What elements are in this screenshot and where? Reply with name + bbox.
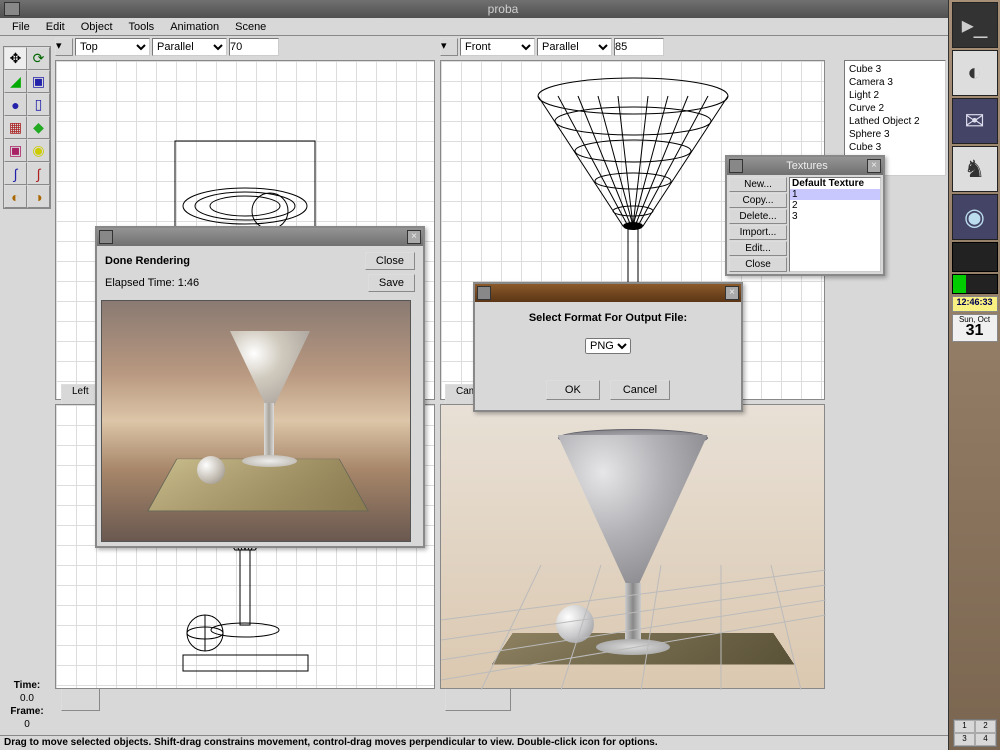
render-close-button[interactable]: Close xyxy=(365,252,415,270)
texture-list[interactable]: Default Texture 1 2 3 xyxy=(789,177,881,272)
menu-animation[interactable]: Animation xyxy=(162,20,227,34)
tool-extra2[interactable]: ◑ xyxy=(27,185,50,208)
texture-item[interactable]: 2 xyxy=(790,200,880,211)
scene-item[interactable]: Lathed Object 2 xyxy=(847,115,943,128)
dock-date: 31 xyxy=(953,324,997,338)
dock-clock: 12:46:33 xyxy=(952,296,998,312)
dock-terminal-icon[interactable]: ▸_ xyxy=(952,2,998,48)
texture-close-button[interactable]: Close xyxy=(729,257,787,272)
tool-palette: ✥⟳ ◢▣ ●▯ ▦◆ ▣◉ ∫∫ ◐◑ xyxy=(3,46,51,209)
vp-tr-proj-select[interactable]: Parallel xyxy=(537,38,612,56)
dock-system-meter xyxy=(952,242,998,272)
render-window: × Done Rendering Close Elapsed Time: 1:4… xyxy=(95,226,425,548)
scene-item[interactable]: Light 2 xyxy=(847,89,943,102)
scene-item[interactable]: Sphere 3 xyxy=(847,128,943,141)
format-prompt: Select Format For Output File: xyxy=(485,312,731,324)
texture-item[interactable]: 3 xyxy=(790,211,880,222)
window-titlebar: proba × xyxy=(0,0,1000,18)
desktop-pager[interactable]: 1234 xyxy=(953,719,997,747)
format-ok-button[interactable]: OK xyxy=(546,380,600,400)
tool-move[interactable]: ✥ xyxy=(4,47,27,70)
window-sysmenu-icon[interactable] xyxy=(4,2,20,16)
dock-calendar: Sun, Oct 31 xyxy=(952,314,998,342)
status-bar: Drag to move selected objects. Shift-dra… xyxy=(0,735,948,750)
menu-edit[interactable]: Edit xyxy=(38,20,73,34)
vp-tl-view-select[interactable]: Top xyxy=(75,38,150,56)
render-save-button[interactable]: Save xyxy=(368,274,415,292)
menubar: File Edit Object Tools Animation Scene xyxy=(0,18,1000,36)
dock-mail-icon[interactable]: ✉ xyxy=(952,98,998,144)
dock-cpu-meter xyxy=(952,274,998,294)
dock-gnu-icon[interactable]: ♞ xyxy=(952,146,998,192)
time-value: 0.0 xyxy=(3,692,51,705)
format-sysmenu-icon[interactable] xyxy=(477,286,491,300)
vp-tl-zoom-input[interactable] xyxy=(229,38,279,56)
desktop-dock: ▸_ ◐ ✉ ♞ ◉ 12:46:33 Sun, Oct 31 1234 xyxy=(948,0,1000,750)
vp-tl-proj-select[interactable]: Parallel xyxy=(152,38,227,56)
tool-poly[interactable]: ◆ xyxy=(27,116,50,139)
textures-window: Textures × New... Copy... Delete... Impo… xyxy=(725,155,885,276)
format-select[interactable]: PNG xyxy=(585,338,631,354)
viewport-tl-toolbar: ▾ Top Parallel xyxy=(55,36,435,58)
menu-scene[interactable]: Scene xyxy=(227,20,274,34)
time-panel: Time: 0.0 Frame: 0 xyxy=(3,679,51,731)
texture-edit-button[interactable]: Edit... xyxy=(729,241,787,256)
render-status-text: Done Rendering xyxy=(105,255,190,267)
viewport-camera[interactable] xyxy=(440,404,825,689)
tool-curve[interactable]: ∫ xyxy=(4,162,27,185)
tool-cylinder[interactable]: ▯ xyxy=(27,93,50,116)
tool-sphere[interactable]: ● xyxy=(4,93,27,116)
scene-item[interactable]: Cube 3 xyxy=(847,63,943,76)
tool-camera[interactable]: ▣ xyxy=(4,139,27,162)
vp-tl-options-icon[interactable]: ▾ xyxy=(55,38,73,56)
dock-app-icon[interactable]: ◐ xyxy=(952,50,998,96)
tool-mesh[interactable]: ▦ xyxy=(4,116,27,139)
texture-new-button[interactable]: New... xyxy=(729,177,787,192)
render-preview-image xyxy=(101,300,411,542)
texture-item[interactable]: 1 xyxy=(790,189,880,200)
dock-globe-icon[interactable]: ◉ xyxy=(952,194,998,240)
tool-extra1[interactable]: ◐ xyxy=(4,185,27,208)
tool-light[interactable]: ◉ xyxy=(27,139,50,162)
render-sysmenu-icon[interactable] xyxy=(99,230,113,244)
menu-file[interactable]: File xyxy=(4,20,38,34)
render-close-icon[interactable]: × xyxy=(407,230,421,244)
tool-curve2[interactable]: ∫ xyxy=(27,162,50,185)
scene-item[interactable]: Cube 3 xyxy=(847,141,943,154)
tool-scale[interactable]: ◢ xyxy=(4,70,27,93)
vp-tr-options-icon[interactable]: ▾ xyxy=(440,38,458,56)
format-titlebar[interactable]: × xyxy=(475,284,741,302)
texture-import-button[interactable]: Import... xyxy=(729,225,787,240)
menu-tools[interactable]: Tools xyxy=(121,20,163,34)
frame-label: Frame: xyxy=(3,705,51,718)
format-dialog: × Select Format For Output File: PNG OK … xyxy=(473,282,743,412)
texture-item[interactable]: Default Texture xyxy=(790,178,880,189)
window-title: proba xyxy=(26,2,980,16)
texture-delete-button[interactable]: Delete... xyxy=(729,209,787,224)
menu-object[interactable]: Object xyxy=(73,20,121,34)
textures-sysmenu-icon[interactable] xyxy=(729,159,743,173)
textures-titlebar[interactable]: Textures × xyxy=(727,157,883,175)
format-cancel-button[interactable]: Cancel xyxy=(610,380,670,400)
textures-close-icon[interactable]: × xyxy=(867,159,881,173)
texture-copy-button[interactable]: Copy... xyxy=(729,193,787,208)
rendered-glass xyxy=(558,435,708,585)
viewport-tr-toolbar: ▾ Front Parallel xyxy=(440,36,825,58)
tool-rotate[interactable]: ⟳ xyxy=(27,47,50,70)
vp-tr-zoom-input[interactable] xyxy=(614,38,664,56)
render-window-titlebar[interactable]: × xyxy=(97,228,423,246)
rendered-sphere xyxy=(556,605,594,643)
time-label: Time: xyxy=(3,679,51,692)
render-elapsed-text: Elapsed Time: 1:46 xyxy=(105,277,199,289)
frame-value: 0 xyxy=(3,718,51,731)
vp-tr-view-select[interactable]: Front xyxy=(460,38,535,56)
scene-item[interactable]: Camera 3 xyxy=(847,76,943,89)
tool-cube[interactable]: ▣ xyxy=(27,70,50,93)
textures-title: Textures xyxy=(747,160,867,172)
scene-item[interactable]: Curve 2 xyxy=(847,102,943,115)
format-close-icon[interactable]: × xyxy=(725,286,739,300)
